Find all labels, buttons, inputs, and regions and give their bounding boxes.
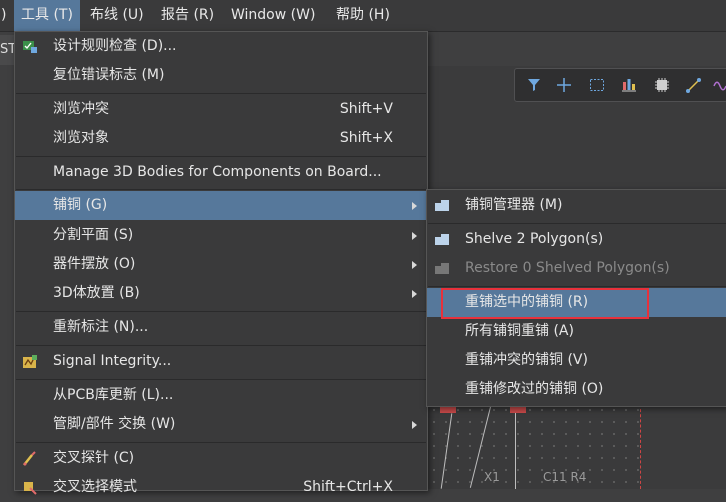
select-rect-icon[interactable]: [588, 76, 606, 94]
menu-item-cross-probe[interactable]: 交叉探针 (C): [15, 444, 427, 473]
menu-item-browse-violations[interactable]: 浏览冲突 Shift+V: [15, 95, 427, 124]
menubar: ) 工具 (T) 布线 (U) 报告 (R) Window (W) 帮助 (H): [0, 0, 726, 32]
menu-item-manage-3d-bodies[interactable]: Manage 3D Bodies for Components on Board…: [15, 158, 427, 187]
trace: [515, 413, 516, 489]
menu-item-label: 分割平面 (S): [53, 227, 134, 243]
silkscreen-label: X1: [484, 470, 500, 484]
menu-separator: [16, 189, 426, 190]
menu-item-label: Signal Integrity...: [53, 353, 172, 369]
menu-item-design-rule-check[interactable]: 设计规则检查 (D)...: [15, 32, 427, 61]
menu-item-shortcut: Shift+Ctrl+X: [303, 479, 393, 495]
wave-icon[interactable]: [713, 76, 726, 94]
tools-menu: 设计规则检查 (D)... 复位错误标志 (M) 浏览冲突 Shift+V 浏览…: [14, 31, 428, 495]
menu-route[interactable]: 布线 (U): [83, 0, 151, 31]
submenu-item-restore-shelved-polygons[interactable]: Restore 0 Shelved Polygon(s): [427, 254, 726, 283]
menu-item-label: 器件摆放 (O): [53, 256, 136, 272]
menu-item-3d-body-placement[interactable]: 3D体放置 (B): [15, 279, 427, 308]
submenu-item-repour-all[interactable]: 所有铺铜重铺 (A): [427, 317, 726, 346]
submenu-item-label: Restore 0 Shelved Polygon(s): [465, 260, 670, 276]
menu-window[interactable]: Window (W): [224, 0, 322, 31]
menu-item-label: 复位错误标志 (M): [53, 67, 165, 83]
polygon-manager-icon: [435, 200, 449, 211]
submenu-arrow-icon: [412, 421, 417, 429]
menu-separator: [16, 442, 426, 443]
menu-item-label: 浏览冲突: [53, 101, 109, 117]
menu-item-polygon-pours[interactable]: 铺铜 (G): [15, 191, 427, 220]
menu-separator: [428, 286, 726, 287]
menu-item-label: 管脚/部件 交换 (W): [53, 416, 176, 432]
menu-item-label: 重新标注 (N)...: [53, 319, 149, 335]
submenu-arrow-icon: [412, 261, 417, 269]
cross-probe-icon: [23, 451, 36, 466]
menu-item-label: 交叉探针 (C): [53, 450, 135, 466]
align-icon[interactable]: [620, 76, 638, 94]
menu-item-label: 浏览对象: [53, 130, 109, 146]
filter-icon[interactable]: [525, 76, 543, 94]
cross-select-icon: [24, 482, 37, 495]
route-icon[interactable]: [685, 76, 703, 94]
menu-reports[interactable]: 报告 (R): [154, 0, 221, 31]
silkscreen-label: C11 R4: [543, 470, 587, 484]
menu-item-label: 3D体放置 (B): [53, 285, 140, 301]
menu-help[interactable]: 帮助 (H): [329, 0, 397, 31]
menu-item-update-from-pcb-libraries[interactable]: 从PCB库更新 (L)...: [15, 381, 427, 410]
menu-separator: [16, 311, 426, 312]
menu-item-label: 铺铜 (G): [53, 197, 108, 213]
menu-separator: [16, 93, 426, 94]
menu-separator: [16, 156, 426, 157]
menu-item-label: 设计规则检查 (D)...: [53, 38, 177, 54]
submenu-item-shelve-polygons[interactable]: Shelve 2 Polygon(s): [427, 225, 726, 254]
menu-item-split-planes[interactable]: 分割平面 (S): [15, 221, 427, 250]
menu-separator: [16, 345, 426, 346]
menu-separator: [428, 223, 726, 224]
menu-item-browse-objects[interactable]: 浏览对象 Shift+X: [15, 124, 427, 153]
menubar-paren-fragment: ): [1, 7, 7, 23]
drc-icon: [23, 41, 37, 53]
submenu-item-label: 铺铜管理器 (M): [465, 197, 563, 213]
menu-separator: [16, 379, 426, 380]
annotation-highlight-box: [441, 288, 649, 319]
submenu-arrow-icon: [412, 232, 417, 240]
submenu-item-repour-violating[interactable]: 重铺冲突的铺铜 (V): [427, 346, 726, 375]
menu-tools[interactable]: 工具 (T): [14, 0, 80, 31]
submenu-arrow-icon: [412, 202, 417, 210]
submenu-item-label: Shelve 2 Polygon(s): [465, 231, 604, 247]
signal-integrity-icon: [23, 355, 37, 368]
menu-item-reset-error-markers[interactable]: 复位错误标志 (M): [15, 61, 427, 90]
menu-item-shortcut: Shift+X: [339, 130, 393, 146]
submenu-item-polygon-manager[interactable]: 铺铜管理器 (M): [427, 191, 726, 220]
menu-item-label: Manage 3D Bodies for Components on Board…: [53, 164, 382, 180]
active-bar-toolbar: [514, 68, 726, 102]
submenu-item-label: 重铺冲突的铺铜 (V): [465, 352, 588, 368]
restore-polygon-icon: [435, 263, 449, 274]
board-outline: [640, 404, 641, 489]
submenu-arrow-icon: [412, 290, 417, 298]
menu-item-cross-select-mode[interactable]: 交叉选择模式 Shift+Ctrl+X: [15, 473, 427, 502]
menu-item-signal-integrity[interactable]: Signal Integrity...: [15, 347, 427, 376]
component-icon[interactable]: [653, 76, 671, 94]
menu-item-label: 从PCB库更新 (L)...: [53, 387, 174, 403]
shelve-polygon-icon: [435, 234, 449, 245]
crosshair-icon[interactable]: [555, 76, 573, 94]
menu-item-component-placement[interactable]: 器件摆放 (O): [15, 250, 427, 279]
menu-item-label: 交叉选择模式: [53, 479, 137, 495]
submenu-item-label: 所有铺铜重铺 (A): [465, 323, 574, 339]
document-tab[interactable]: ST: [0, 35, 14, 65]
pcb-board-grid: [428, 404, 641, 489]
menu-item-re-annotate[interactable]: 重新标注 (N)...: [15, 313, 427, 342]
menu-item-pin-part-swapping[interactable]: 管脚/部件 交换 (W): [15, 410, 427, 439]
submenu-item-label: 重铺修改过的铺铜 (O): [465, 381, 604, 397]
menu-item-shortcut: Shift+V: [339, 101, 393, 117]
submenu-item-repour-modified[interactable]: 重铺修改过的铺铜 (O): [427, 375, 726, 404]
